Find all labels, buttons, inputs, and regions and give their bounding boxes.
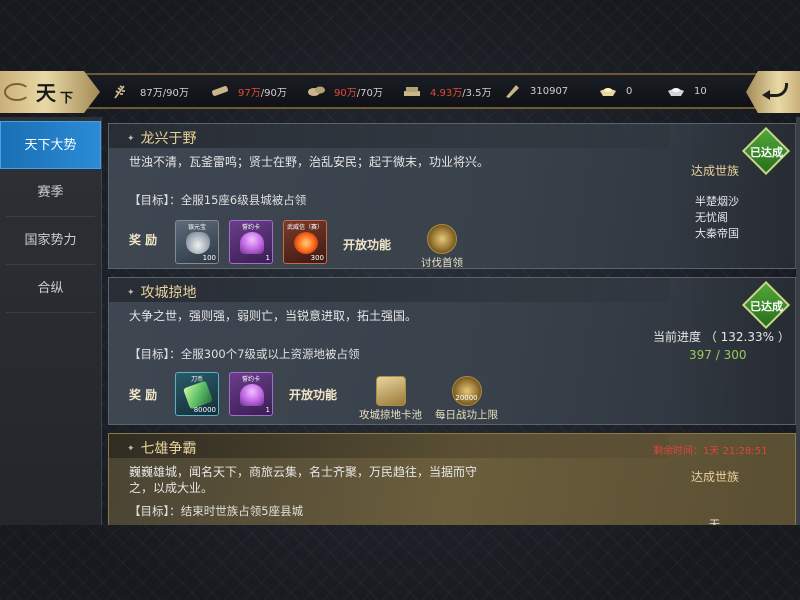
back-arrow-icon [768, 83, 788, 97]
silver-ingot-icon [186, 232, 210, 254]
boss-helmet-icon [427, 224, 457, 254]
unlock-label: 开放功能 [289, 388, 338, 402]
event-description: 大争之世，强则强，弱则亡，当锐意进取，拓土强国。 [129, 309, 418, 323]
feature-siege-card-pool[interactable]: 攻城掠地卡池 [359, 376, 422, 422]
iron-value-current: 4.93万 [430, 87, 463, 99]
reward-item-knife-coin[interactable]: 刀币 80000 [175, 372, 219, 416]
feature-name: 攻城掠地卡池 [359, 409, 422, 421]
feature-daily-merit-cap[interactable]: 20000 每日战功上限 [435, 376, 498, 422]
gold-ingot-icon [600, 88, 616, 96]
reward-label: 奖 励 [129, 388, 158, 402]
event-card-2: 攻城掠地 大争之世，强则强，弱则亡，当锐意进取，拓土强国。 【目标】：全服300… [108, 277, 796, 425]
event-card-1: 龙兴于野 世浊不清，瓦釜雷鸣；贤士在野，治乱安民；起于微末，功业将兴。 【目标】… [108, 123, 796, 269]
reward-item-oath-card[interactable]: 誓约卡 1 [229, 372, 273, 416]
feature-name: 讨伐首领 [421, 257, 463, 269]
martial-token-icon [294, 232, 318, 254]
event-goal: 【目标】：全服15座6级县城被占领 [129, 193, 307, 207]
page-title-main: 天 [36, 81, 56, 105]
progress-numbers: 397 / 300 [689, 348, 747, 362]
reward-item-name: 刀币 [190, 376, 203, 383]
reward-item-count: 100 [202, 254, 216, 262]
iron-icon [404, 87, 420, 96]
reward-item-oath-card[interactable]: 誓约卡 1 [229, 220, 273, 264]
back-arrow-head [762, 90, 770, 100]
token-value: 310907 [530, 85, 569, 97]
page-title-sub: 下 [60, 91, 74, 106]
resource-stone[interactable]: 90万/70万 [306, 83, 383, 99]
sidebar-item-alliance[interactable]: 合纵 [6, 265, 95, 313]
sidebar-item-season[interactable]: 赛季 [6, 169, 95, 217]
event-goal: 【目标】：结束时世族占领5座县城 [129, 504, 304, 518]
unlock-label: 开放功能 [343, 238, 392, 252]
scrollbar-track[interactable] [796, 117, 800, 525]
achieved-clans-label: 达成世族 [691, 470, 740, 484]
reward-item-name: 武威信（赛） [286, 224, 323, 231]
resource-token[interactable]: 310907 [502, 83, 568, 99]
sidebar-nav: 天下大势 赛季 国家势力 合纵 [0, 117, 102, 525]
reward-item-count: 300 [310, 254, 324, 262]
reward-item-count: 80000 [193, 406, 216, 414]
feature-name: 每日战功上限 [435, 409, 498, 421]
gold-ingot-value: 0 [626, 85, 633, 97]
remaining-time: 剩余时间：1天 21:28:51 [653, 446, 768, 457]
page-title-plate: 天 下 [0, 71, 100, 113]
oath-card-icon [240, 384, 264, 406]
event-description-line2: 之，以成大业。 [129, 481, 214, 495]
clan-name: 无忧阁 [695, 211, 728, 224]
grain-value: 87万/90万 [140, 87, 189, 99]
reward-item-name: 誓约卡 [241, 224, 260, 231]
silver-ingot-icon [668, 88, 684, 96]
resource-grain[interactable]: 87万/90万 [112, 83, 189, 99]
reward-item-silver-ingot[interactable]: 银元宝 100 [175, 220, 219, 264]
cloud-swirl-icon [4, 83, 30, 101]
event-title: 龙兴于野 [127, 128, 197, 148]
resource-wood[interactable]: 97万/90万 [210, 83, 287, 99]
achieved-clans-label: 达成世族 [691, 164, 740, 178]
event-list[interactable]: 龙兴于野 世浊不清，瓦釜雷鸣；贤士在野，治乱安民；起于微末，功业将兴。 【目标】… [108, 117, 796, 525]
achieved-badge-text: 已达成 [750, 146, 783, 159]
sidebar-item-nation-power[interactable]: 国家势力 [6, 217, 95, 265]
wood-value-cap: /90万 [260, 87, 287, 99]
sidebar-item-world-trend[interactable]: 天下大势 [0, 121, 101, 169]
wood-icon [212, 86, 228, 96]
resource-iron[interactable]: 4.93万/3.5万 [402, 83, 492, 99]
feature-boss-hunt[interactable]: 讨伐首领 [421, 224, 463, 270]
card-pool-icon [375, 376, 406, 406]
reward-item-count: 1 [265, 254, 270, 262]
event-description-line1: 巍巍雄城，闻名天下，商旅云集，名士齐聚，万民趋往，当据而守 [129, 465, 478, 479]
stone-value-current: 90万 [334, 87, 357, 99]
achieved-clans-list: 半楚烟沙 无忧阁 大秦帝国 [695, 194, 739, 242]
event-title: 攻城掠地 [127, 282, 197, 302]
feature-badge: 20000 [455, 394, 478, 402]
iron-value-cap: /3.5万 [462, 87, 492, 99]
clan-name: 大秦帝国 [695, 227, 739, 240]
resource-silver-ingot[interactable]: 10 [666, 83, 707, 99]
reward-item-name: 誓约卡 [241, 376, 260, 383]
achieved-badge-text: 已达成 [750, 300, 783, 313]
reward-item-martial-token[interactable]: 武威信（赛） 300 [283, 220, 327, 264]
reward-item-count: 1 [265, 406, 270, 414]
reward-label: 奖 励 [129, 233, 158, 247]
wood-value-current: 97万 [238, 87, 261, 99]
stone-icon [308, 86, 325, 96]
stone-value-cap: /70万 [356, 87, 383, 99]
event-title: 七雄争霸 [127, 438, 197, 458]
achieved-clans-list: 无 [709, 518, 720, 525]
resource-bar: 天 下 87万/90万 97万/90万 90万/70万 4.93万/3.5万 3… [0, 71, 800, 113]
back-button[interactable] [746, 71, 800, 113]
progress-label: 当前进度 （ 132.33% ） [653, 330, 790, 344]
clan-name: 半楚烟沙 [695, 195, 739, 208]
event-goal: 【目标】：全服300个7级或以上资源地被占领 [129, 347, 360, 361]
event-description: 世浊不清，瓦釜雷鸣；贤士在野，治乱安民；起于微末，功业将兴。 [129, 155, 490, 169]
silver-ingot-value: 10 [694, 85, 707, 97]
token-icon [506, 85, 519, 98]
oath-card-icon [240, 232, 264, 254]
event-card-3: 七雄争霸 巍巍雄城，闻名天下，商旅云集，名士齐聚，万民趋往，当据而守 之，以成大… [108, 433, 796, 525]
resource-gold-ingot[interactable]: 0 [598, 83, 632, 99]
reward-item-name: 银元宝 [187, 224, 206, 231]
grain-icon [114, 85, 125, 99]
